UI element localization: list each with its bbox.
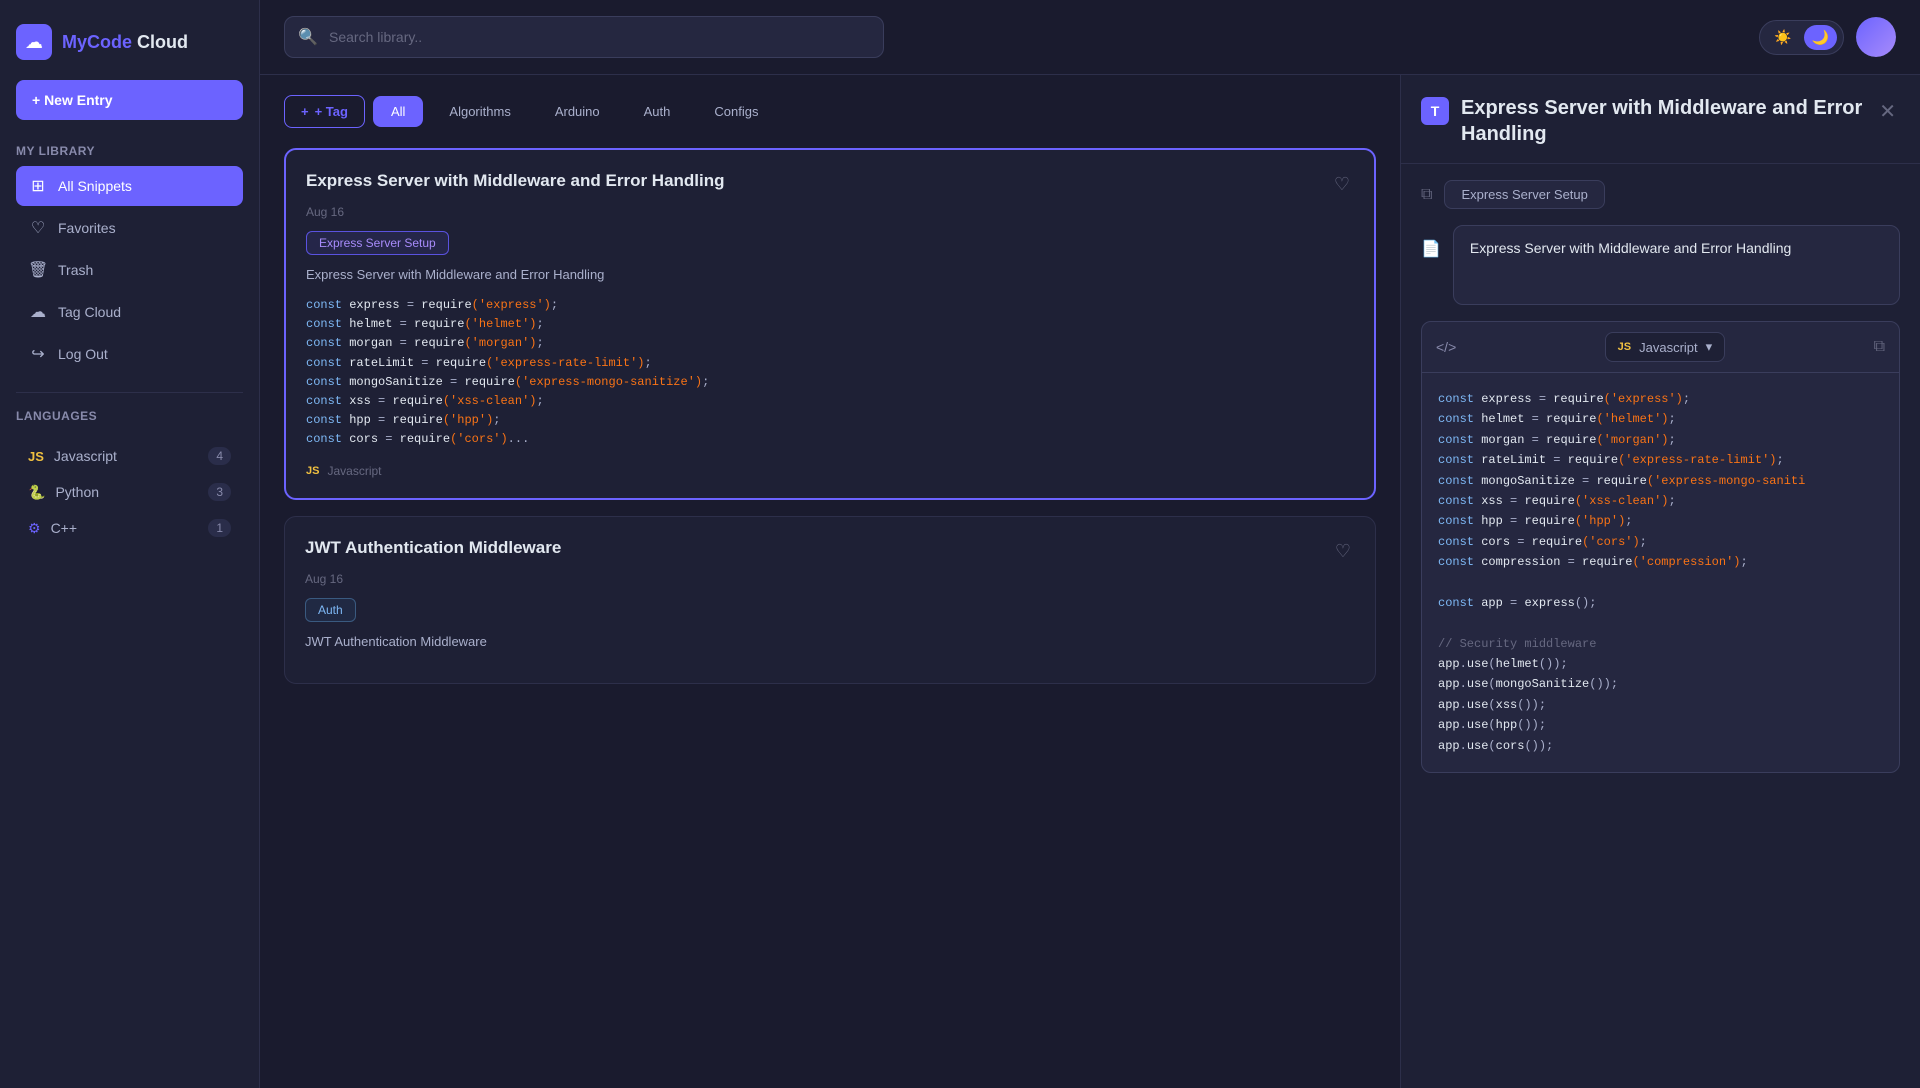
avatar[interactable] xyxy=(1856,17,1896,57)
sidebar-item-tag-cloud[interactable]: ☁ Tag Cloud xyxy=(16,292,243,332)
new-entry-button[interactable]: + New Entry xyxy=(16,80,243,120)
tag-cloud-icon: ☁ xyxy=(28,302,48,322)
detail-type-badge: T xyxy=(1421,97,1449,125)
sidebar-item-label: Tag Cloud xyxy=(58,304,121,320)
detail-body: ⧉ Express Server Setup 📄 Express Server … xyxy=(1401,164,1920,1088)
cpp-icon: ⚙ xyxy=(28,520,41,537)
content-area: + + Tag All Algorithms Arduino Auth Conf… xyxy=(260,75,1920,1088)
snippet-card-2[interactable]: JWT Authentication Middleware ♡ Aug 16 A… xyxy=(284,516,1376,684)
python-icon: 🐍 xyxy=(28,484,45,501)
dark-mode-btn[interactable]: 🌙 xyxy=(1804,25,1837,50)
sidebar-item-trash[interactable]: 🗑 Trash xyxy=(16,250,243,290)
lang-item-python[interactable]: 🐍 Python 3 xyxy=(16,475,243,509)
sidebar-item-label: All Snippets xyxy=(58,178,132,194)
detail-panel: T Express Server with Middleware and Err… xyxy=(1400,75,1920,1088)
sidebar-item-log-out[interactable]: ↪ Log Out xyxy=(16,334,243,374)
js-lang-icon: JS xyxy=(306,465,319,477)
trash-icon: 🗑 xyxy=(28,260,48,280)
card-header-2: JWT Authentication Middleware ♡ xyxy=(305,537,1355,566)
light-mode-btn[interactable]: ☀️ xyxy=(1766,25,1799,50)
detail-name-box[interactable]: Express Server with Middleware and Error… xyxy=(1453,225,1900,305)
main-nav: ⊞ All Snippets ♡ Favorites 🗑 Trash ☁ Tag… xyxy=(16,166,243,376)
lang-item-javascript[interactable]: JS Javascript 4 xyxy=(16,439,243,473)
card-date: Aug 16 xyxy=(306,205,1354,219)
sidebar-item-favorites[interactable]: ♡ Favorites xyxy=(16,208,243,248)
code-section: </> JS Javascript ▾ ⧉ const express = re… xyxy=(1421,321,1900,773)
detail-tag[interactable]: Express Server Setup xyxy=(1444,180,1604,209)
card-description: Express Server with Middleware and Error… xyxy=(306,267,1354,282)
detail-name-row: 📄 Express Server with Middleware and Err… xyxy=(1421,225,1900,305)
tab-algorithms[interactable]: Algorithms xyxy=(431,96,528,127)
javascript-icon: JS xyxy=(28,449,44,464)
code-block: const express = require('express'); cons… xyxy=(1422,373,1899,772)
sidebar-item-all-snippets[interactable]: ⊞ All Snippets xyxy=(16,166,243,206)
copy-code-button[interactable]: ⧉ xyxy=(1874,338,1885,356)
main-content: 🔍 ☀️ 🌙 + + Tag All Algorithms xyxy=(260,0,1920,1088)
plus-icon: + xyxy=(301,104,309,119)
close-detail-button[interactable]: ✕ xyxy=(1875,95,1900,128)
lang-item-cpp[interactable]: ⚙ C++ 1 xyxy=(16,511,243,545)
logo-icon: ☁ xyxy=(16,24,52,60)
search-input[interactable] xyxy=(284,16,884,58)
heart-icon: ♡ xyxy=(28,218,48,238)
detail-tag-row: ⧉ Express Server Setup xyxy=(1421,180,1900,209)
chevron-down-icon: ▾ xyxy=(1706,339,1713,355)
card-title: Express Server with Middleware and Error… xyxy=(306,170,725,192)
tab-configs[interactable]: Configs xyxy=(696,96,776,127)
lang-selector-icon: JS xyxy=(1618,341,1631,353)
copy-tag-icon[interactable]: ⧉ xyxy=(1421,186,1432,204)
detail-title: Express Server with Middleware and Error… xyxy=(1461,95,1875,147)
my-library-label: My Library xyxy=(16,144,243,158)
tab-auth[interactable]: Auth xyxy=(626,96,689,127)
sidebar-item-label: Trash xyxy=(58,262,93,278)
lang-selector[interactable]: JS Javascript ▾ xyxy=(1605,332,1726,362)
favorite-button-2[interactable]: ♡ xyxy=(1331,537,1355,566)
code-brackets-icon: </> xyxy=(1436,339,1456,355)
card-date-2: Aug 16 xyxy=(305,572,1355,586)
snippets-panel: + + Tag All Algorithms Arduino Auth Conf… xyxy=(260,75,1400,1088)
languages-label: Languages xyxy=(16,409,243,423)
document-icon: 📄 xyxy=(1421,239,1441,259)
snippet-card-1[interactable]: Express Server with Middleware and Error… xyxy=(284,148,1376,500)
search-bar: 🔍 xyxy=(284,16,884,58)
header: 🔍 ☀️ 🌙 xyxy=(260,0,1920,75)
languages-list: JS Javascript 4 🐍 Python 3 ⚙ C++ 1 xyxy=(16,439,243,547)
sidebar: ☁ MyCode Cloud + New Entry My Library ⊞ … xyxy=(0,0,260,1088)
card-tag-1[interactable]: Express Server Setup xyxy=(306,231,449,255)
detail-title-area: T Express Server with Middleware and Err… xyxy=(1421,95,1875,147)
card-header: Express Server with Middleware and Error… xyxy=(306,170,1354,199)
lang-selector-label: Javascript xyxy=(1639,340,1698,355)
card-tag-2[interactable]: Auth xyxy=(305,598,356,622)
sidebar-item-label: Favorites xyxy=(58,220,116,236)
logout-icon: ↪ xyxy=(28,344,48,364)
add-tag-button[interactable]: + + Tag xyxy=(284,95,365,128)
code-preview-1: const express = require('express'); cons… xyxy=(306,296,1354,450)
header-right: ☀️ 🌙 xyxy=(1759,17,1896,57)
card-footer: JS Javascript xyxy=(306,464,1354,478)
logo-text: MyCode Cloud xyxy=(62,32,188,53)
sidebar-divider xyxy=(16,392,243,393)
avatar-image xyxy=(1856,17,1896,57)
search-icon: 🔍 xyxy=(298,27,318,47)
logo: ☁ MyCode Cloud xyxy=(16,16,243,80)
card-title-2: JWT Authentication Middleware xyxy=(305,537,561,559)
sidebar-item-label: Log Out xyxy=(58,346,108,362)
theme-toggle[interactable]: ☀️ 🌙 xyxy=(1759,20,1844,55)
tab-arduino[interactable]: Arduino xyxy=(537,96,618,127)
grid-icon: ⊞ xyxy=(28,176,48,196)
card-description-2: JWT Authentication Middleware xyxy=(305,634,1355,649)
favorite-button-1[interactable]: ♡ xyxy=(1330,170,1354,199)
tab-all[interactable]: All xyxy=(373,96,423,127)
filter-tabs: + + Tag All Algorithms Arduino Auth Conf… xyxy=(284,95,1376,128)
detail-header: T Express Server with Middleware and Err… xyxy=(1401,75,1920,164)
code-section-header: </> JS Javascript ▾ ⧉ xyxy=(1422,322,1899,373)
